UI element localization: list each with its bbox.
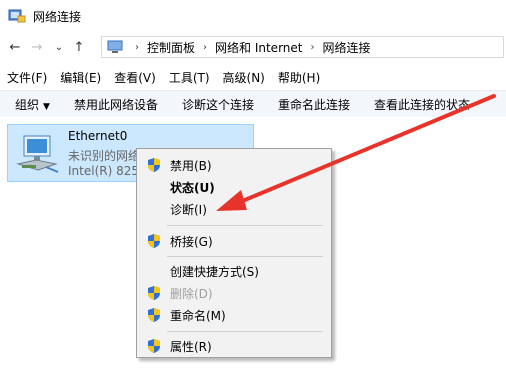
menu-tools[interactable]: 工具(T) [169, 69, 210, 86]
connections-list: Ethernet0 未识别的网络 Intel(R) 8257 禁用(B) 状态(… [0, 117, 506, 372]
network-folder-icon [8, 9, 26, 23]
menu-help[interactable]: 帮助(H) [278, 69, 320, 86]
organize-button[interactable]: 组织 ▼ [15, 96, 50, 113]
adapter-name: Ethernet0 [68, 129, 128, 143]
menu-item-label: 删除(D) [170, 286, 213, 301]
dropdown-caret-icon: ▼ [43, 101, 50, 112]
network-adapter-icon [16, 135, 59, 173]
recent-locations-button[interactable]: ⌄ [50, 42, 68, 53]
uac-shield-icon [148, 158, 160, 172]
breadcrumb-network-internet[interactable]: 网络和 Internet [215, 39, 302, 56]
menu-item-properties[interactable]: 属性(R) [137, 335, 331, 357]
computer-icon [107, 40, 123, 53]
navigation-bar: ← → ⌄ ↑ › 控制面板 › 网络和 Internet › 网络连接 [0, 36, 506, 58]
menu-item-delete[interactable]: 删除(D) [137, 282, 331, 304]
breadcrumb-chevron-icon: › [135, 41, 139, 53]
menu-file[interactable]: 文件(F) [7, 69, 47, 86]
adapter-status: 未识别的网络 [68, 149, 141, 163]
menu-separator [167, 256, 323, 257]
back-button[interactable]: ← [6, 40, 24, 55]
title-bar: 网络连接 [0, 0, 506, 32]
menu-item-create-shortcut[interactable]: 创建快捷方式(S) [137, 260, 331, 282]
forward-button[interactable]: → [28, 40, 46, 55]
uac-shield-icon [148, 339, 160, 353]
uac-shield-icon [148, 308, 160, 322]
view-status-button[interactable]: 查看此连接的状态 [374, 96, 470, 113]
menu-item-label: 重命名(M) [170, 308, 226, 323]
menu-item-label: 禁用(B) [170, 158, 212, 173]
menu-separator [167, 331, 323, 332]
menu-advanced[interactable]: 高级(N) [223, 69, 265, 86]
address-bar[interactable]: › 控制面板 › 网络和 Internet › 网络连接 [101, 36, 504, 58]
breadcrumb-network-connections[interactable]: 网络连接 [322, 39, 370, 56]
menu-separator [167, 225, 323, 226]
menu-view[interactable]: 查看(V) [114, 69, 156, 86]
window-title: 网络连接 [33, 9, 82, 24]
disable-device-button[interactable]: 禁用此网络设备 [74, 96, 158, 113]
breadcrumb-chevron-icon: › [310, 41, 315, 53]
rename-connection-button[interactable]: 重命名此连接 [278, 96, 350, 113]
context-menu: 禁用(B) 状态(U) 诊断(I) 桥接(G) 创建快捷方式(S) 删除(D) … [136, 148, 332, 358]
menu-item-disable[interactable]: 禁用(B) [137, 154, 331, 176]
organize-label: 组织 [15, 97, 40, 112]
menu-item-label: 属性(R) [170, 339, 212, 354]
menu-item-label: 桥接(G) [170, 234, 213, 249]
diagnose-connection-button[interactable]: 诊断这个连接 [182, 96, 254, 113]
uac-shield-icon [148, 234, 160, 248]
menu-item-diagnose[interactable]: 诊断(I) [137, 198, 331, 220]
menu-item-label: 诊断(I) [170, 202, 207, 217]
menu-item-bridge[interactable]: 桥接(G) [137, 230, 331, 252]
menu-bar: 文件(F) 编辑(E) 查看(V) 工具(T) 高级(N) 帮助(H) [0, 66, 506, 88]
menu-item-label: 创建快捷方式(S) [170, 264, 259, 279]
up-button[interactable]: ↑ [70, 40, 88, 55]
breadcrumb-control-panel[interactable]: 控制面板 [147, 39, 195, 56]
menu-item-status[interactable]: 状态(U) [137, 176, 331, 198]
adapter-device: Intel(R) 8257 [68, 164, 147, 178]
breadcrumb-chevron-icon: › [203, 41, 208, 53]
menu-item-rename[interactable]: 重命名(M) [137, 304, 331, 326]
uac-shield-icon [148, 286, 160, 300]
command-bar: 组织 ▼ 禁用此网络设备 诊断这个连接 重命名此连接 查看此连接的状态 [0, 90, 506, 118]
menu-edit[interactable]: 编辑(E) [60, 69, 101, 86]
menu-item-label: 状态(U) [170, 180, 215, 195]
